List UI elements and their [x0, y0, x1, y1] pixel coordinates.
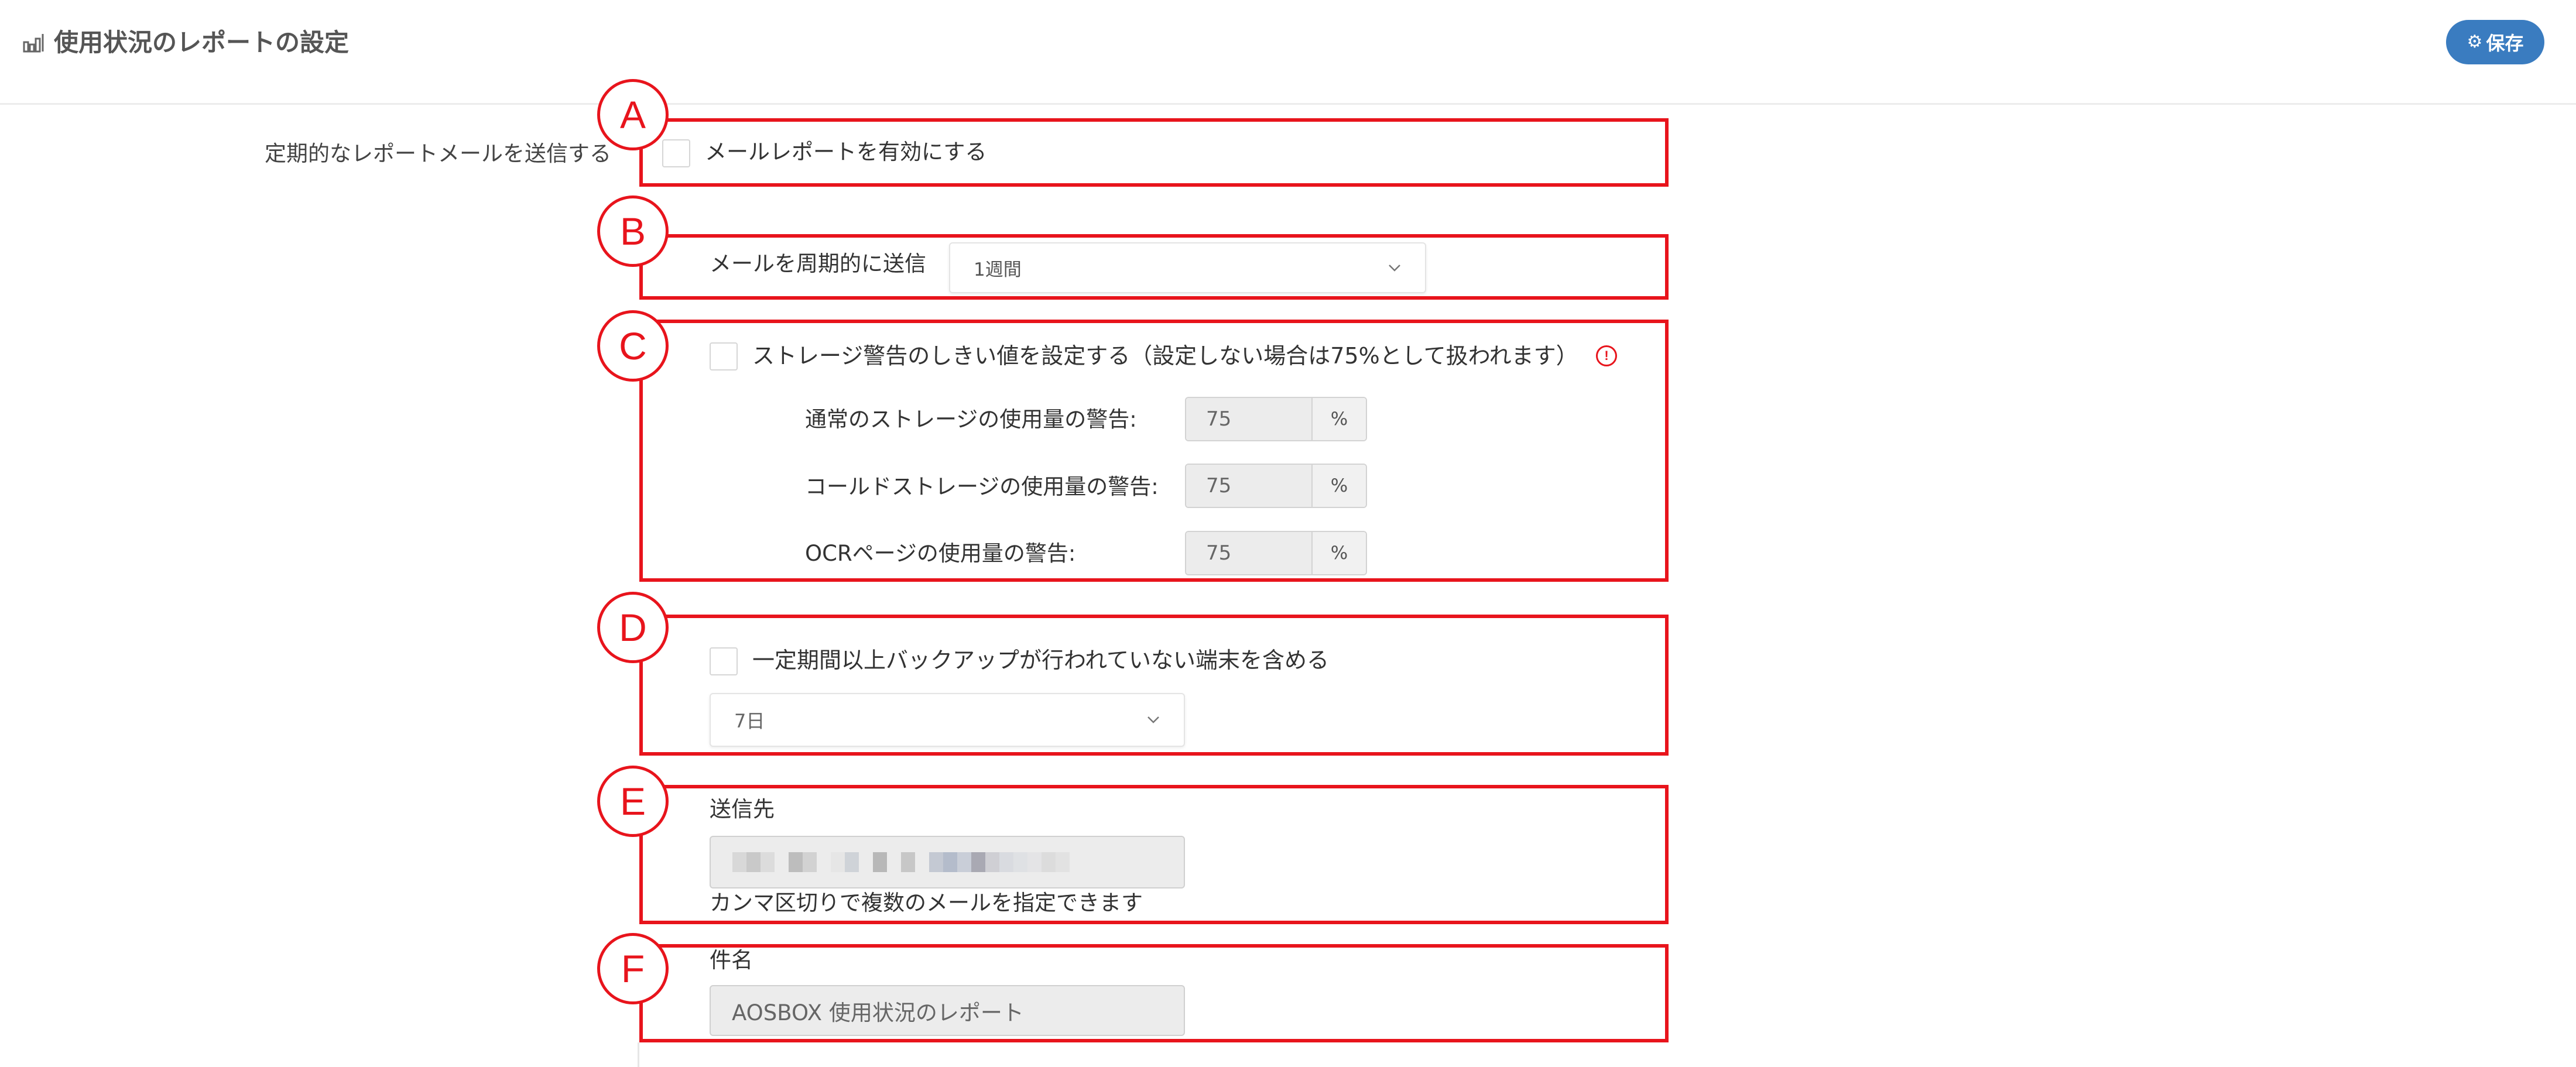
mosaic-block [1056, 852, 1070, 872]
storage-warning-label[interactable]: ストレージ警告のしきい値を設定する（設定しない場合は75%として扱われます） [752, 341, 1578, 370]
recipients-input[interactable] [710, 836, 1185, 888]
redacted-mosaic [732, 852, 1070, 872]
mosaic-block [775, 852, 789, 872]
threshold-input-ocr[interactable] [1186, 532, 1313, 574]
mosaic-block [887, 852, 901, 872]
enable-mail-report-checkbox[interactable] [662, 139, 690, 167]
mosaic-block [929, 852, 943, 872]
send-interval-label: メールを周期的に送信 [710, 251, 926, 276]
save-button-label: 保存 [2486, 32, 2524, 54]
page-title: 使用状況のレポートの設定 [54, 28, 350, 57]
mosaic-block [831, 852, 845, 872]
mosaic-block [999, 852, 1013, 872]
column-divider [638, 1042, 639, 1067]
mosaic-block [873, 852, 887, 872]
send-interval-select[interactable]: 1週間 [949, 242, 1426, 293]
mosaic-block [789, 852, 803, 872]
gear-icon: ⚙ [2467, 32, 2483, 52]
annotation-marker-e: E [597, 766, 669, 837]
mosaic-block [901, 852, 915, 872]
send-periodic-report-label: 定期的なレポートメールを送信する [265, 141, 611, 166]
mosaic-block [746, 852, 761, 872]
recipients-label: 送信先 [710, 797, 775, 822]
threshold-input-group-cold: % [1185, 464, 1367, 508]
recipients-help-text: カンマ区切りで複数のメールを指定できます [710, 890, 1143, 915]
mosaic-block [803, 852, 817, 872]
annotation-marker-a: A [597, 79, 669, 150]
threshold-input-group-ocr: % [1185, 531, 1367, 575]
info-icon[interactable]: ! [1596, 345, 1617, 366]
send-interval-value: 1週間 [974, 259, 1022, 280]
threshold-unit-normal: % [1313, 398, 1366, 440]
bar-chart-icon [23, 34, 44, 53]
threshold-input-normal[interactable] [1186, 398, 1313, 440]
mosaic-block [1042, 852, 1056, 872]
chevron-down-icon [1147, 716, 1159, 723]
inactive-period-select[interactable]: 7日 [710, 693, 1185, 747]
enable-mail-report-label[interactable]: メールレポートを有効にする [705, 138, 986, 167]
chevron-down-icon [1389, 264, 1400, 272]
annotation-marker-d: D [597, 592, 669, 663]
mosaic-block [859, 852, 873, 872]
mosaic-block [915, 852, 929, 872]
mosaic-block [761, 852, 775, 872]
mosaic-block [957, 852, 971, 872]
mosaic-block [1013, 852, 1027, 872]
subject-input[interactable] [710, 985, 1185, 1036]
threshold-unit-cold: % [1313, 465, 1366, 507]
mosaic-block [732, 852, 746, 872]
annotation-marker-f: F [597, 933, 669, 1004]
threshold-input-cold[interactable] [1186, 465, 1313, 507]
threshold-input-group-normal: % [1185, 397, 1367, 441]
threshold-label-normal: 通常のストレージの使用量の警告: [805, 407, 1137, 432]
mosaic-block [985, 852, 999, 872]
threshold-unit-ocr: % [1313, 532, 1366, 574]
annotation-marker-c: C [597, 310, 669, 382]
subject-label: 件名 [710, 948, 753, 973]
save-button[interactable]: ⚙ 保存 [2446, 20, 2544, 64]
threshold-label-cold: コールドストレージの使用量の警告: [805, 474, 1159, 499]
inactive-devices-checkbox[interactable] [710, 647, 738, 675]
mosaic-block [1027, 852, 1042, 872]
mosaic-block [817, 852, 831, 872]
storage-warning-checkbox[interactable] [710, 342, 738, 370]
mosaic-block [943, 852, 957, 872]
header-divider [0, 103, 2576, 105]
mosaic-block [971, 852, 985, 872]
inactive-devices-label[interactable]: 一定期間以上バックアップが行われていない端末を含める [752, 646, 1329, 675]
threshold-label-ocr: OCRページの使用量の警告: [805, 541, 1076, 566]
mosaic-block [845, 852, 859, 872]
annotation-marker-b: B [597, 195, 669, 267]
inactive-period-value: 7日 [734, 710, 765, 732]
